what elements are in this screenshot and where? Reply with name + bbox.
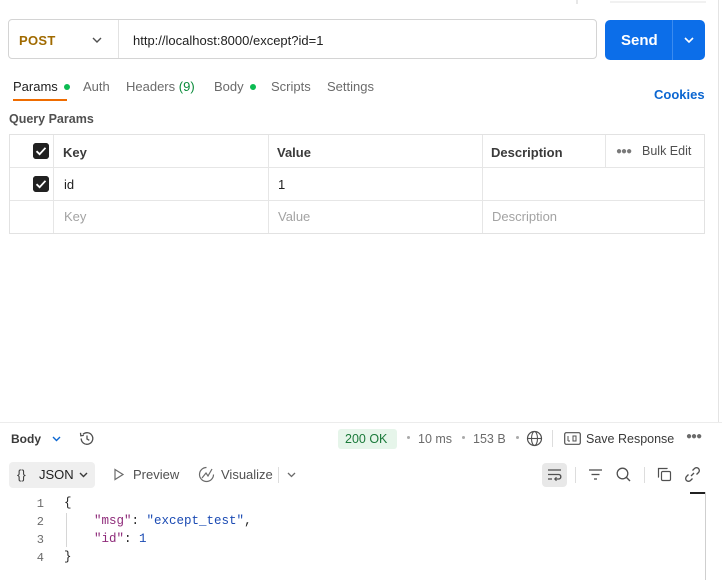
bulk-edit-button[interactable]: Bulk Edit bbox=[642, 144, 691, 158]
tab-body-label: Body bbox=[214, 79, 244, 94]
tab-body[interactable]: Body bbox=[214, 79, 256, 94]
more-options-icon[interactable]: ●●● bbox=[686, 431, 702, 442]
json-open-brace: { bbox=[64, 496, 72, 510]
json-value-msg: "except_test" bbox=[146, 514, 245, 528]
table-col-divider bbox=[53, 135, 54, 233]
tab-scripts[interactable]: Scripts bbox=[271, 79, 311, 94]
panel-edge bbox=[718, 0, 719, 422]
indent-guide bbox=[66, 513, 67, 547]
column-header-value: Value bbox=[277, 145, 311, 160]
json-line-msg: "msg": "except_test", bbox=[94, 514, 252, 528]
url-input[interactable]: http://localhost:8000/except?id=1 bbox=[133, 33, 323, 48]
query-params-title: Query Params bbox=[9, 112, 94, 126]
json-close-brace: } bbox=[64, 550, 72, 564]
body-dot bbox=[249, 83, 256, 90]
table-row-divider bbox=[10, 200, 704, 201]
table-col-divider bbox=[268, 135, 269, 233]
top-divider-marks bbox=[576, 0, 706, 4]
table-row-divider bbox=[10, 167, 704, 168]
scrollbar-thumb[interactable] bbox=[690, 492, 706, 494]
row-checkbox[interactable] bbox=[33, 176, 49, 192]
scrollbar-track[interactable] bbox=[705, 492, 706, 580]
send-button-label[interactable]: Send bbox=[621, 32, 658, 49]
table-col-divider bbox=[482, 135, 483, 233]
column-header-description: Description bbox=[491, 145, 563, 160]
method-divider bbox=[118, 20, 119, 58]
tab-params-label: Params bbox=[13, 79, 58, 94]
response-time[interactable]: 10 ms bbox=[418, 432, 452, 446]
link-icon[interactable] bbox=[684, 466, 701, 483]
column-header-key: Key bbox=[63, 145, 87, 160]
method-select[interactable]: POST bbox=[19, 33, 56, 48]
chevron-down-icon[interactable] bbox=[286, 470, 297, 480]
tab-params[interactable]: Params bbox=[13, 79, 70, 94]
visualize-button[interactable]: Visualize bbox=[221, 467, 273, 482]
response-size[interactable]: 153 B bbox=[473, 432, 506, 446]
active-tab-underline bbox=[13, 99, 67, 101]
copy-icon[interactable] bbox=[656, 466, 673, 483]
globe-icon[interactable] bbox=[526, 430, 543, 447]
response-divider bbox=[0, 422, 722, 423]
history-icon[interactable] bbox=[78, 430, 95, 447]
tab-auth[interactable]: Auth bbox=[83, 79, 110, 94]
json-value-id: 1 bbox=[139, 532, 147, 546]
line-number: 1 bbox=[36, 497, 44, 511]
new-key-input[interactable]: Key bbox=[64, 209, 86, 224]
separator-dot bbox=[462, 436, 465, 439]
send-options-chevron-icon[interactable] bbox=[682, 34, 696, 46]
response-body-select[interactable]: Body bbox=[11, 432, 41, 446]
toolbar-divider bbox=[644, 467, 645, 483]
visualize-icon[interactable] bbox=[198, 466, 215, 483]
line-number: 2 bbox=[36, 515, 44, 529]
new-value-input[interactable]: Value bbox=[278, 209, 310, 224]
chevron-down-icon[interactable] bbox=[78, 470, 89, 480]
params-dot bbox=[63, 83, 70, 90]
save-response-icon[interactable] bbox=[564, 432, 581, 445]
params-table bbox=[9, 134, 705, 234]
send-divider bbox=[672, 20, 673, 60]
tab-headers-label: Headers bbox=[126, 79, 176, 94]
separator-dot bbox=[407, 436, 410, 439]
json-line-id: "id": 1 bbox=[94, 532, 147, 546]
toolbar-divider bbox=[552, 430, 553, 447]
status-text: 200 OK bbox=[345, 432, 388, 446]
param-value-cell[interactable]: 1 bbox=[278, 177, 285, 192]
search-icon[interactable] bbox=[615, 466, 632, 483]
json-braces-icon: {} bbox=[17, 467, 26, 482]
line-number: 4 bbox=[36, 551, 44, 565]
json-key-msg: "msg" bbox=[94, 514, 132, 528]
more-dots-icon[interactable]: ●●● bbox=[616, 146, 632, 157]
tab-headers[interactable]: Headers (9) bbox=[126, 79, 195, 94]
format-label: JSON bbox=[39, 467, 74, 482]
line-number: 3 bbox=[36, 533, 44, 547]
preview-button[interactable]: Preview bbox=[133, 467, 179, 482]
select-all-checkbox[interactable] bbox=[33, 143, 49, 159]
toolbar-divider bbox=[278, 467, 279, 483]
cookies-link[interactable]: Cookies bbox=[654, 87, 705, 102]
play-icon[interactable] bbox=[113, 468, 125, 481]
json-key-id: "id" bbox=[94, 532, 125, 546]
new-description-input[interactable]: Description bbox=[492, 209, 557, 224]
chevron-down-icon[interactable] bbox=[90, 33, 104, 47]
save-response-button[interactable]: Save Response bbox=[586, 432, 674, 446]
chevron-down-icon[interactable] bbox=[51, 434, 62, 444]
separator-dot bbox=[516, 436, 519, 439]
headers-count: (9) bbox=[178, 79, 195, 94]
wrap-lines-icon[interactable] bbox=[546, 466, 563, 483]
filter-icon[interactable] bbox=[587, 466, 604, 483]
table-col-divider bbox=[605, 135, 606, 167]
toolbar-divider bbox=[575, 467, 576, 483]
param-key-cell[interactable]: id bbox=[64, 177, 74, 192]
tab-settings[interactable]: Settings bbox=[327, 79, 374, 94]
